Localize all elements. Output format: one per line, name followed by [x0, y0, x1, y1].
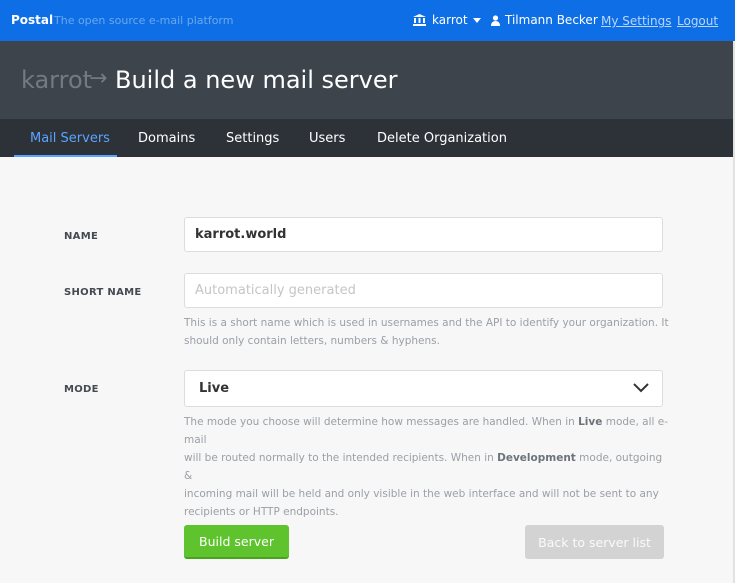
- short-name-help: This is a short name which is used in us…: [184, 317, 669, 347]
- brand-logo[interactable]: Postal: [11, 13, 53, 27]
- user-icon: [491, 14, 500, 26]
- breadcrumb-organization[interactable]: karrot: [21, 66, 92, 94]
- logout-link[interactable]: Logout: [677, 14, 718, 28]
- name-input[interactable]: [184, 217, 663, 252]
- server-form: NAME SHORT NAME This is a short name whi…: [0, 157, 733, 583]
- organization-name: karrot: [432, 13, 468, 27]
- tab-settings[interactable]: Settings: [226, 131, 279, 146]
- back-to-server-list-button[interactable]: Back to server list: [525, 525, 664, 559]
- build-server-button[interactable]: Build server: [184, 525, 289, 559]
- organization-switcher[interactable]: karrot: [413, 13, 481, 27]
- chevron-down-icon: [633, 383, 649, 393]
- tab-domains[interactable]: Domains: [138, 131, 195, 146]
- mode-select[interactable]: Live: [184, 370, 663, 407]
- short-name-label: SHORT NAME: [64, 287, 142, 298]
- top-bar: Postal The open source e-mail platform k…: [0, 0, 735, 41]
- user-name: Tilmann Becker: [505, 13, 598, 27]
- my-settings-link[interactable]: My Settings: [601, 14, 672, 28]
- organization-nav: Mail Servers Domains Settings Users Dele…: [0, 119, 733, 157]
- mode-help: The mode you choose will determine how m…: [184, 416, 669, 518]
- tab-delete-organization[interactable]: Delete Organization: [377, 131, 507, 146]
- bank-icon: [413, 14, 426, 26]
- breadcrumb-arrow: →: [89, 66, 108, 91]
- mode-label: MODE: [64, 384, 99, 395]
- page-header: karrot → Build a new mail server: [0, 41, 733, 119]
- tab-users[interactable]: Users: [309, 131, 345, 146]
- tab-mail-servers[interactable]: Mail Servers: [30, 131, 110, 146]
- name-label: NAME: [64, 231, 99, 242]
- short-name-input[interactable]: [184, 273, 663, 308]
- user-menu[interactable]: Tilmann Becker: [491, 13, 598, 27]
- tagline: The open source e-mail platform: [54, 14, 234, 27]
- mode-selected-value: Live: [199, 381, 230, 396]
- caret-down-icon: [472, 17, 481, 23]
- page-title: Build a new mail server: [115, 66, 398, 94]
